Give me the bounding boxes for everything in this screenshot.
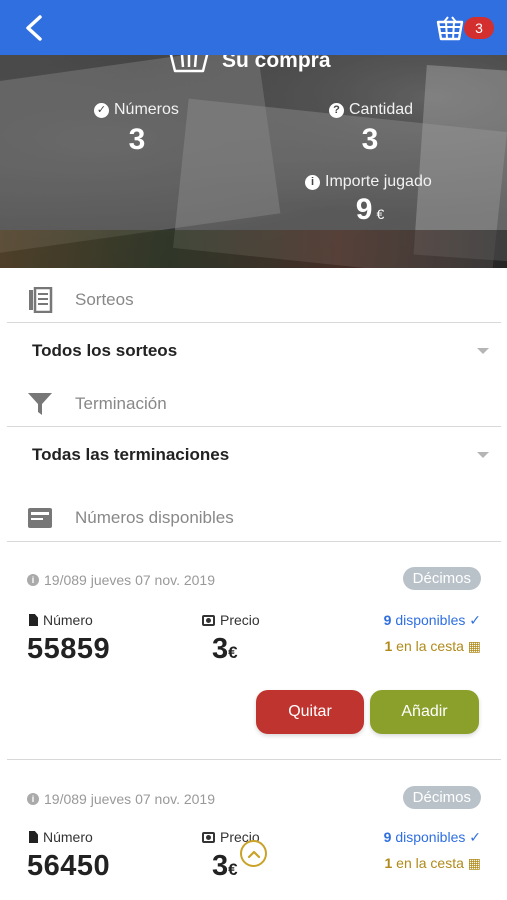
draws-select[interactable]: Todos los sorteos — [7, 326, 501, 376]
chevron-down-icon — [477, 452, 489, 458]
tag-decimos: Décimos — [402, 567, 481, 590]
number-label-text: Número — [43, 829, 93, 845]
available-number: 9 — [383, 612, 392, 628]
number-label: Número — [29, 829, 93, 845]
ticket-price: 3€ — [212, 633, 238, 666]
ticket-card-icon — [28, 508, 52, 528]
quantity-label-text: Cantidad — [349, 101, 414, 118]
add-button[interactable]: Añadir — [370, 690, 479, 734]
ticket-card: i 19/089 jueves 07 nov. 2019 Décimos Núm… — [7, 542, 501, 759]
price-label-text: Precio — [220, 612, 260, 628]
info-icon: i — [27, 793, 39, 805]
ticket-price: 3€ — [212, 850, 238, 883]
available-text: disponibles — [395, 829, 466, 845]
amount-stat-value: 9 € — [340, 193, 400, 227]
quantity-stat-label: ? Cantidad — [329, 101, 413, 119]
document-icon — [29, 614, 38, 626]
remove-button[interactable]: Quitar — [256, 690, 364, 734]
draw-date-text: 19/089 jueves 07 nov. 2019 — [44, 572, 215, 588]
divider — [7, 322, 501, 323]
draws-filter-label: Sorteos — [75, 290, 134, 309]
check-circle-icon: ✓ — [94, 102, 109, 118]
document-icon — [29, 831, 38, 843]
amount-stat-label: i Importe jugado — [305, 173, 432, 191]
in-cart-number: 1 — [384, 638, 393, 654]
draws-select-value: Todos los sorteos — [32, 341, 178, 360]
chevron-left-icon[interactable] — [22, 14, 46, 42]
draws-filter-header: Sorteos — [7, 274, 501, 326]
quantity-stat-value: 3 — [361, 123, 379, 156]
amount-value-text: 9 — [355, 193, 373, 226]
in-cart-count: 1 en la cesta ▦ — [384, 638, 481, 655]
price-value: 3 — [212, 850, 229, 882]
money-icon — [202, 831, 215, 843]
basket-icon: ▦ — [467, 638, 481, 654]
purchase-summary-hero: Su compra ✓ Números 3 ? Cantidad 3 i Imp… — [0, 55, 507, 268]
draw-date-text: 19/089 jueves 07 nov. 2019 — [44, 791, 215, 807]
filter-icon — [28, 393, 52, 415]
ending-filter-label: Terminación — [75, 394, 167, 413]
draw-date: i 19/089 jueves 07 nov. 2019 — [27, 791, 215, 807]
list-icon — [29, 287, 53, 313]
ticket-number: 55859 — [27, 633, 111, 665]
info-icon: i — [27, 574, 39, 586]
question-circle-icon: ? — [329, 102, 344, 118]
divider — [7, 426, 501, 427]
info-circle-icon: i — [305, 174, 320, 190]
in-cart-text: en la cesta — [396, 855, 464, 871]
number-label-text: Número — [43, 612, 93, 628]
price-currency: € — [228, 860, 238, 879]
number-label: Número — [29, 612, 93, 628]
summary-title: Su compra — [222, 55, 331, 72]
money-icon — [202, 614, 215, 626]
check-icon: ✓ — [469, 829, 481, 845]
in-cart-count: 1 en la cesta ▦ — [384, 855, 481, 872]
check-icon: ✓ — [469, 612, 481, 628]
ticket-number: 56450 — [27, 850, 111, 882]
amount-label-text: Importe jugado — [325, 173, 432, 190]
ending-filter-header: Terminación — [7, 378, 501, 430]
basket-icon: ▦ — [467, 855, 481, 871]
hero-overlay — [0, 55, 507, 268]
basket-icon — [169, 55, 209, 73]
numbers-stat-value: 3 — [128, 123, 146, 156]
scroll-to-top-button[interactable] — [240, 840, 267, 867]
amount-currency: € — [376, 206, 385, 222]
numbers-stat-label: ✓ Números — [94, 101, 179, 119]
cart-count-badge[interactable]: 3 — [464, 17, 494, 39]
price-label: Precio — [202, 612, 260, 628]
price-currency: € — [228, 643, 238, 662]
draw-date: i 19/089 jueves 07 nov. 2019 — [27, 572, 215, 588]
available-text: disponibles — [395, 612, 466, 628]
ending-select[interactable]: Todas las terminaciones — [7, 430, 501, 480]
numbers-label-text: Números — [114, 101, 179, 118]
chevron-up-icon — [247, 850, 260, 858]
available-numbers-label: Números disponibles — [75, 508, 234, 527]
tag-decimos: Décimos — [402, 786, 481, 809]
basket-icon[interactable] — [436, 15, 464, 41]
chevron-down-icon — [477, 348, 489, 354]
in-cart-number: 1 — [384, 855, 393, 871]
price-value: 3 — [212, 633, 229, 665]
available-numbers-header: Números disponibles — [7, 492, 501, 544]
in-cart-text: en la cesta — [396, 638, 464, 654]
top-app-bar: 3 — [0, 0, 507, 55]
ticket-card: i 19/089 jueves 07 nov. 2019 Décimos Núm… — [7, 760, 501, 900]
available-count: 9 disponibles ✓ — [384, 612, 481, 629]
available-number: 9 — [383, 829, 392, 845]
available-count: 9 disponibles ✓ — [384, 829, 481, 846]
ending-select-value: Todas las terminaciones — [32, 445, 230, 464]
